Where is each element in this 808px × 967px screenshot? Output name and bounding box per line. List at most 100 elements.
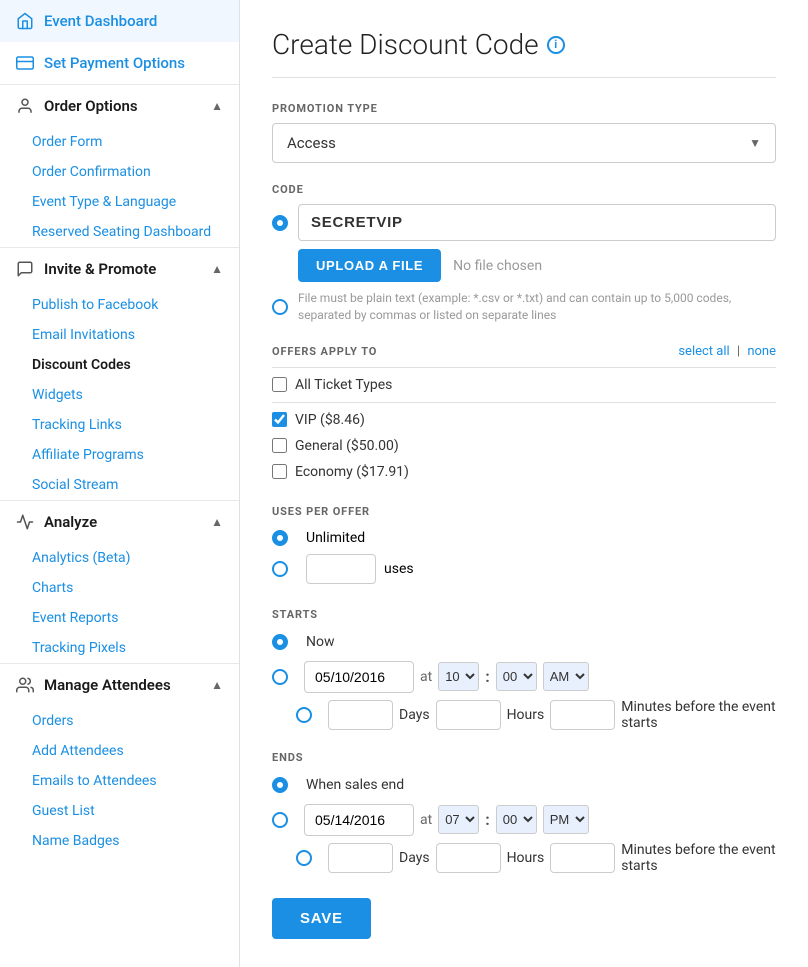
emails-to-attendees-item[interactable]: Emails to Attendees [0,766,239,796]
sidebar-section-order-options: Order Options ▲ Order Form Order Confirm… [0,84,239,247]
ticket-economy-row: Economy ($17.91) [272,459,776,485]
chevron-up-icon-analyze: ▲ [211,515,223,529]
starts-now-radio[interactable] [272,634,288,650]
event-type-language-item[interactable]: Event Type & Language [0,187,239,217]
starts-ampm-select[interactable]: AM PM [543,662,589,691]
ends-hours-input[interactable] [436,843,501,873]
uses-label: uses [384,561,414,577]
email-invitations-item[interactable]: Email Invitations [0,320,239,350]
sidebar: Event Dashboard Set Payment Options Orde… [0,0,240,967]
ends-date-input[interactable] [304,804,414,836]
save-button[interactable]: SAVE [272,898,371,939]
none-link[interactable]: none [747,344,776,359]
sidebar-section-analyze: Analyze ▲ Analytics (Beta) Charts Event … [0,500,239,663]
ends-days-label: Days [399,850,430,866]
order-confirmation-item[interactable]: Order Confirmation [0,157,239,187]
ticket-vip-row: VIP ($8.46) [272,407,776,433]
sidebar-section-header-invite-promote[interactable]: Invite & Promote ▲ [0,248,239,290]
event-reports-item[interactable]: Event Reports [0,603,239,633]
ticket-all-checkbox[interactable] [272,377,287,392]
unlimited-radio[interactable] [272,530,288,546]
discount-codes-item[interactable]: Discount Codes [0,350,239,380]
starts-date-row: at 10 : 00 AM PM [272,661,776,693]
tracking-pixels-item[interactable]: Tracking Pixels [0,633,239,663]
orders-item[interactable]: Orders [0,706,239,736]
sidebar-section-invite-promote: Invite & Promote ▲ Publish to Facebook E… [0,247,239,500]
ticket-economy-checkbox[interactable] [272,464,287,479]
ticket-general-checkbox[interactable] [272,438,287,453]
widgets-item[interactable]: Widgets [0,380,239,410]
main-content: Create Discount Code i PROMOTION TYPE Ac… [240,0,808,967]
uses-per-offer-label: USES PER OFFER [272,505,776,518]
ends-days-radio[interactable] [296,850,312,866]
sidebar-section-header-manage-attendees[interactable]: Manage Attendees ▲ [0,664,239,706]
starts-min-select[interactable]: 00 [496,662,537,691]
reserved-seating-item[interactable]: Reserved Seating Dashboard [0,217,239,247]
publish-facebook-item[interactable]: Publish to Facebook [0,290,239,320]
upload-file-button[interactable]: UPLOAD A FILE [298,249,441,282]
info-icon[interactable]: i [547,36,565,54]
starts-date-radio[interactable] [272,669,288,685]
ends-at-label: at [420,812,432,828]
code-label: CODE [272,183,776,196]
sidebar-item-set-payment-options[interactable]: Set Payment Options [0,42,239,84]
starts-minutes-label: Minutes before the event starts [621,699,776,731]
starts-days-input[interactable] [328,700,393,730]
starts-days-row: Days Hours Minutes before the event star… [296,699,776,731]
chevron-up-icon-invite: ▲ [211,262,223,276]
upload-row: UPLOAD A FILE No file chosen [298,249,776,282]
affiliate-programs-item[interactable]: Affiliate Programs [0,440,239,470]
uses-count-row: uses [272,550,776,588]
name-badges-item[interactable]: Name Badges [0,826,239,856]
uses-count-input[interactable] [306,554,376,584]
no-file-label: No file chosen [453,258,542,274]
ticket-vip-checkbox[interactable] [272,412,287,427]
file-radio[interactable] [272,299,288,315]
offers-header: OFFERS APPLY TO select all | none [272,344,776,359]
charts-item[interactable]: Charts [0,573,239,603]
starts-hours-input[interactable] [436,700,501,730]
offers-divider [272,367,776,368]
starts-minutes-input[interactable] [550,700,615,730]
social-stream-item[interactable]: Social Stream [0,470,239,500]
starts-hour-select[interactable]: 10 [438,662,479,691]
ends-days-input[interactable] [328,843,393,873]
starts-days-radio[interactable] [296,707,312,723]
megaphone-icon [16,260,34,278]
sidebar-item-event-dashboard[interactable]: Event Dashboard [0,0,239,42]
code-radio-selected[interactable] [272,215,288,231]
ends-when-radio[interactable] [272,777,288,793]
ends-min-select[interactable]: 00 [496,805,537,834]
code-radio-row [272,204,776,241]
ends-when-label: When sales end [306,777,404,793]
sidebar-section-header-analyze[interactable]: Analyze ▲ [0,501,239,543]
ends-minutes-input[interactable] [550,843,615,873]
page-title: Create Discount Code i [272,28,776,78]
invite-promote-label: Invite & Promote [44,260,156,278]
ends-hour-select[interactable]: 07 [438,805,479,834]
ends-ampm-select[interactable]: AM PM [543,805,589,834]
unlimited-label: Unlimited [306,530,365,546]
tracking-links-item[interactable]: Tracking Links [0,410,239,440]
ends-date-radio[interactable] [272,812,288,828]
add-attendees-item[interactable]: Add Attendees [0,736,239,766]
ticket-all-row: All Ticket Types [272,372,776,398]
person-icon [16,97,34,115]
starts-date-input[interactable] [304,661,414,693]
code-input[interactable] [298,204,776,241]
manage-attendees-label: Manage Attendees [44,676,171,694]
guest-list-item[interactable]: Guest List [0,796,239,826]
order-form-item[interactable]: Order Form [0,127,239,157]
order-options-label: Order Options [44,97,138,115]
select-all-link[interactable]: select all [678,344,729,359]
ends-date-row: at 07 : 00 AM PM [272,804,776,836]
chevron-up-icon-order-options: ▲ [211,99,223,113]
sidebar-section-header-order-options[interactable]: Order Options ▲ [0,85,239,127]
sidebar-label-event-dashboard: Event Dashboard [44,12,157,30]
analytics-beta-item[interactable]: Analytics (Beta) [0,543,239,573]
uses-count-radio[interactable] [272,561,288,577]
promotion-type-dropdown[interactable]: Access ▼ [272,123,776,163]
ends-days-row: Days Hours Minutes before the event star… [296,842,776,874]
starts-label: STARTS [272,608,776,621]
people-icon [16,676,34,694]
